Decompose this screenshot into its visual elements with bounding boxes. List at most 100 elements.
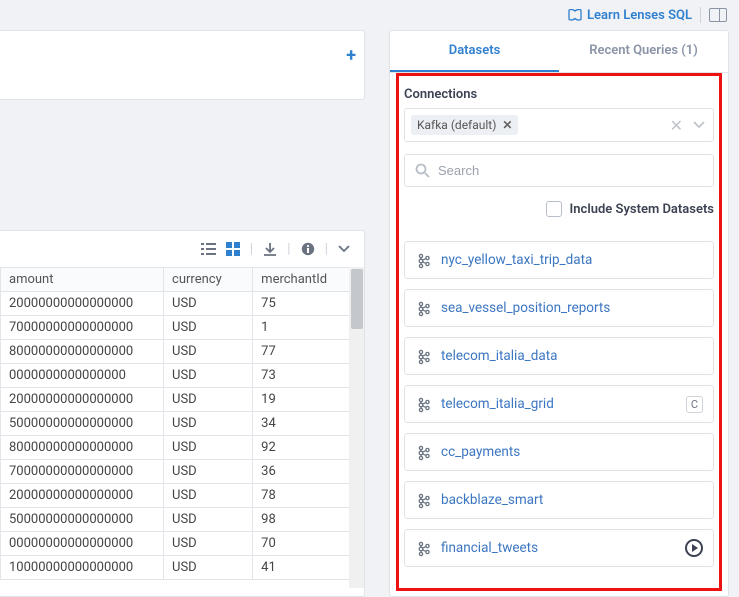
table-cell: 19	[253, 388, 364, 412]
connections-label: Connections	[390, 73, 728, 108]
chevron-down-icon[interactable]	[693, 119, 705, 131]
dataset-item[interactable]: nyc_yellow_taxi_trip_data	[404, 241, 714, 279]
table-row[interactable]: 80000000000000000USD77	[1, 340, 364, 364]
table-cell: USD	[164, 532, 253, 556]
table-cell: USD	[164, 412, 253, 436]
kafka-icon	[417, 253, 431, 267]
table-cell: 70000000000000000	[1, 316, 164, 340]
toggle-panel-icon[interactable]	[709, 8, 727, 22]
table-cell: USD	[164, 436, 253, 460]
query-editor-tabs: +	[0, 30, 365, 100]
table-row[interactable]: 50000000000000000USD34	[1, 412, 364, 436]
table-cell: USD	[164, 460, 253, 484]
table-cell: 98	[253, 508, 364, 532]
dataset-name: sea_vessel_position_reports	[441, 300, 610, 316]
dataset-name: telecom_italia_grid	[441, 396, 554, 412]
download-icon[interactable]	[263, 242, 277, 256]
table-row[interactable]: 0000000000000000USD73	[1, 364, 364, 388]
include-system-checkbox[interactable]	[546, 201, 562, 217]
table-cell: 20000000000000000	[1, 388, 164, 412]
connection-tag-label: Kafka (default)	[417, 118, 496, 132]
add-tab-button[interactable]: +	[346, 45, 356, 66]
learn-link-label: Learn Lenses SQL	[587, 8, 692, 23]
table-cell: 41	[253, 556, 364, 580]
table-cell: 50000000000000000	[1, 412, 164, 436]
tab-recent-queries[interactable]: Recent Queries (1)	[559, 31, 728, 72]
table-row[interactable]: 80000000000000000USD92	[1, 436, 364, 460]
table-cell: 20000000000000000	[1, 484, 164, 508]
table-cell: 78	[253, 484, 364, 508]
info-icon[interactable]	[301, 242, 315, 256]
table-row[interactable]: 20000000000000000USD75	[1, 292, 364, 316]
table-cell: 70	[253, 532, 364, 556]
kafka-icon	[417, 349, 431, 363]
table-cell: USD	[164, 292, 253, 316]
dataset-item[interactable]: telecom_italia_grid C	[404, 385, 714, 423]
table-cell: 36	[253, 460, 364, 484]
table-cell: USD	[164, 364, 253, 388]
table-row[interactable]: 70000000000000000USD1	[1, 316, 364, 340]
dataset-name: cc_payments	[441, 444, 520, 460]
dataset-name: backblaze_smart	[441, 492, 543, 508]
kafka-icon	[417, 493, 431, 507]
remove-tag-icon[interactable]: ✕	[502, 118, 512, 132]
kafka-icon	[417, 445, 431, 459]
separator	[700, 7, 701, 23]
table-cell: USD	[164, 508, 253, 532]
table-row[interactable]: 50000000000000000USD98	[1, 508, 364, 532]
table-cell: 1	[253, 316, 364, 340]
scrollbar[interactable]	[349, 267, 364, 588]
column-header[interactable]: merchantId	[253, 268, 364, 292]
grid-view-icon[interactable]	[226, 242, 240, 256]
table-cell: 10000000000000000	[1, 556, 164, 580]
dataset-item[interactable]: telecom_italia_data	[404, 337, 714, 375]
clear-all-icon[interactable]: ✕	[670, 116, 683, 135]
dataset-name: telecom_italia_data	[441, 348, 557, 364]
scrollbar-thumb[interactable]	[351, 269, 363, 329]
table-row[interactable]: 00000000000000000USD70	[1, 532, 364, 556]
table-cell: 34	[253, 412, 364, 436]
column-header[interactable]: currency	[164, 268, 253, 292]
tab-datasets[interactable]: Datasets	[390, 31, 559, 72]
table-cell: USD	[164, 316, 253, 340]
table-cell: 70000000000000000	[1, 460, 164, 484]
table-row[interactable]: 20000000000000000USD19	[1, 388, 364, 412]
dataset-name: financial_tweets	[441, 540, 538, 556]
table-cell: 92	[253, 436, 364, 460]
list-view-icon[interactable]	[201, 243, 216, 256]
learn-lenses-sql-link[interactable]: Learn Lenses SQL	[568, 8, 692, 23]
table-cell: 73	[253, 364, 364, 388]
table-cell: 20000000000000000	[1, 292, 164, 316]
table-row[interactable]: 20000000000000000USD78	[1, 484, 364, 508]
table-cell: USD	[164, 556, 253, 580]
table-cell: 80000000000000000	[1, 436, 164, 460]
dataset-item[interactable]: cc_payments	[404, 433, 714, 471]
table-cell: 77	[253, 340, 364, 364]
search-input[interactable]	[438, 163, 703, 178]
dataset-item[interactable]: financial_tweets	[404, 529, 714, 567]
table-cell: 0000000000000000	[1, 364, 164, 388]
compacted-badge: C	[686, 396, 703, 413]
table-row[interactable]: 70000000000000000USD36	[1, 460, 364, 484]
kafka-icon	[417, 301, 431, 315]
connection-tag: Kafka (default) ✕	[411, 115, 518, 135]
kafka-icon	[417, 541, 431, 555]
table-cell: 80000000000000000	[1, 340, 164, 364]
datasets-sidebar: DatasetsRecent Queries (1) Connections K…	[389, 30, 729, 597]
dataset-item[interactable]: backblaze_smart	[404, 481, 714, 519]
dataset-item[interactable]: sea_vessel_position_reports	[404, 289, 714, 327]
table-cell: USD	[164, 388, 253, 412]
column-header[interactable]: amount	[1, 268, 164, 292]
more-menu-icon[interactable]	[338, 243, 350, 255]
results-panel: | | | amountcurrencymerchantId 200000000…	[0, 230, 365, 597]
kafka-icon	[417, 397, 431, 411]
table-cell: USD	[164, 484, 253, 508]
include-system-label: Include System Datasets	[570, 202, 714, 217]
book-icon	[568, 9, 582, 21]
table-cell: USD	[164, 340, 253, 364]
play-icon[interactable]	[685, 539, 703, 557]
connections-select[interactable]: Kafka (default) ✕ ✕	[404, 108, 714, 142]
dataset-name: nyc_yellow_taxi_trip_data	[441, 252, 592, 268]
table-row[interactable]: 10000000000000000USD41	[1, 556, 364, 580]
dataset-search[interactable]	[404, 154, 714, 187]
